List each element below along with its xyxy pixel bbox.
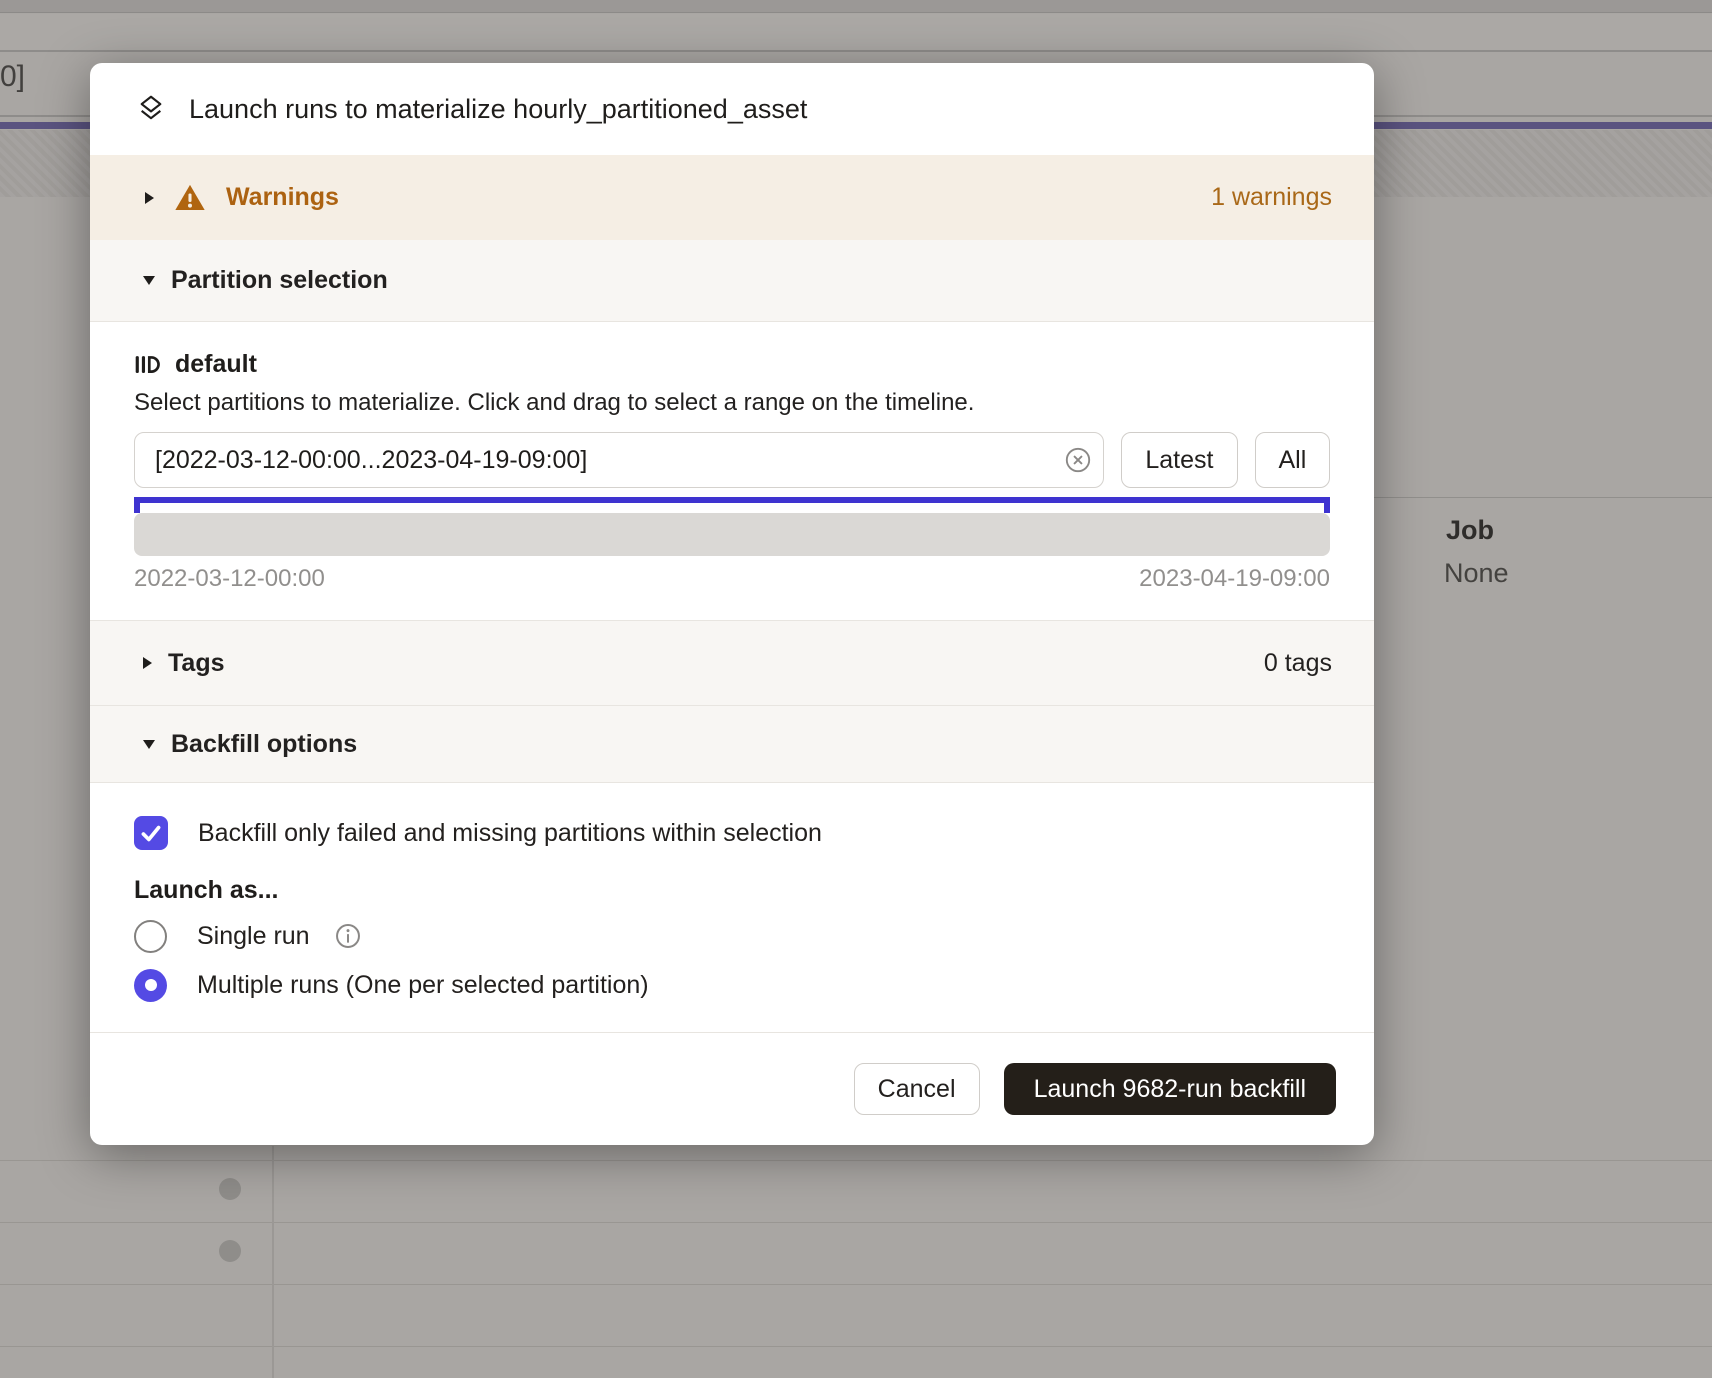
tags-count: 0 tags	[1264, 649, 1332, 678]
backdrop-job-column-header: Job	[1446, 515, 1494, 546]
backdrop-column-line	[272, 1146, 274, 1378]
launch-as-label: Launch as...	[134, 876, 1330, 906]
chevron-down-icon	[143, 276, 155, 285]
partition-timeline[interactable]	[134, 513, 1330, 556]
backdrop-status-dot	[219, 1178, 241, 1200]
backdrop-status-dot	[219, 1240, 241, 1262]
launch-backfill-button[interactable]: Launch 9682-run backfill	[1004, 1063, 1336, 1115]
partition-range-input[interactable]	[134, 432, 1104, 488]
backdrop-toolbar-band	[0, 14, 1712, 52]
launch-backfill-dialog: Launch runs to materialize hourly_partit…	[90, 63, 1374, 1145]
partition-selection-label: Partition selection	[171, 266, 388, 295]
backdrop-row-line	[0, 1346, 1712, 1347]
info-icon[interactable]	[334, 922, 362, 950]
clear-selection-icon[interactable]	[1064, 446, 1092, 474]
multiple-runs-option[interactable]: Multiple runs (One per selected partitio…	[134, 968, 1330, 1002]
partition-selection-toggle[interactable]: Partition selection	[90, 240, 1374, 322]
tags-section-toggle[interactable]: Tags 0 tags	[90, 620, 1374, 706]
all-button[interactable]: All	[1255, 432, 1330, 488]
timeline-range-labels: 2022-03-12-00:00 2023-04-19-09:00	[134, 565, 1330, 593]
latest-button[interactable]: Latest	[1121, 432, 1238, 488]
backdrop-top-strip	[0, 0, 1712, 13]
backfill-options-label: Backfill options	[171, 730, 357, 759]
partition-dimension-name: default	[175, 350, 257, 379]
backdrop-row-line	[0, 1160, 1712, 1161]
warnings-count: 1 warnings	[1211, 183, 1332, 212]
selection-range-bracket	[134, 497, 1330, 513]
chevron-right-icon	[145, 192, 154, 204]
warning-triangle-icon	[174, 182, 206, 214]
timeline-start-label: 2022-03-12-00:00	[134, 565, 325, 593]
backdrop-row-line	[0, 1284, 1712, 1285]
dialog-title: Launch runs to materialize hourly_partit…	[189, 94, 807, 125]
chevron-down-icon	[143, 740, 155, 749]
partition-helper-text: Select partitions to materialize. Click …	[134, 389, 1330, 417]
backdrop-row-line	[0, 1222, 1712, 1223]
cancel-button[interactable]: Cancel	[854, 1063, 980, 1115]
backfill-options-content: Backfill only failed and missing partiti…	[90, 783, 1374, 1032]
single-run-radio[interactable]	[134, 920, 167, 953]
materialize-layers-icon	[135, 93, 167, 125]
backfill-only-failed-label: Backfill only failed and missing partiti…	[198, 819, 822, 848]
partition-selection-content: default Select partitions to materialize…	[90, 322, 1374, 620]
backdrop-job-column-value: None	[1444, 558, 1509, 589]
single-run-option[interactable]: Single run	[134, 919, 1330, 953]
warnings-label: Warnings	[226, 183, 339, 212]
dialog-header: Launch runs to materialize hourly_partit…	[90, 63, 1374, 155]
multiple-runs-label: Multiple runs (One per selected partitio…	[197, 971, 649, 1000]
backdrop-partial-input-text: 0]	[0, 60, 25, 94]
backfill-only-failed-checkbox[interactable]	[134, 816, 168, 850]
multiple-runs-radio[interactable]	[134, 969, 167, 1002]
timeline-end-label: 2023-04-19-09:00	[1139, 565, 1330, 593]
backfill-options-toggle[interactable]: Backfill options	[90, 706, 1374, 783]
chevron-right-icon	[143, 657, 152, 669]
backdrop-table-divider	[1374, 497, 1712, 498]
partition-dimension-icon	[134, 351, 161, 378]
tags-label: Tags	[168, 649, 225, 678]
partition-range-input-wrap	[134, 432, 1104, 488]
single-run-label: Single run	[197, 922, 310, 951]
dialog-footer: Cancel Launch 9682-run backfill	[90, 1032, 1374, 1145]
warnings-section-toggle[interactable]: Warnings 1 warnings	[90, 155, 1374, 240]
